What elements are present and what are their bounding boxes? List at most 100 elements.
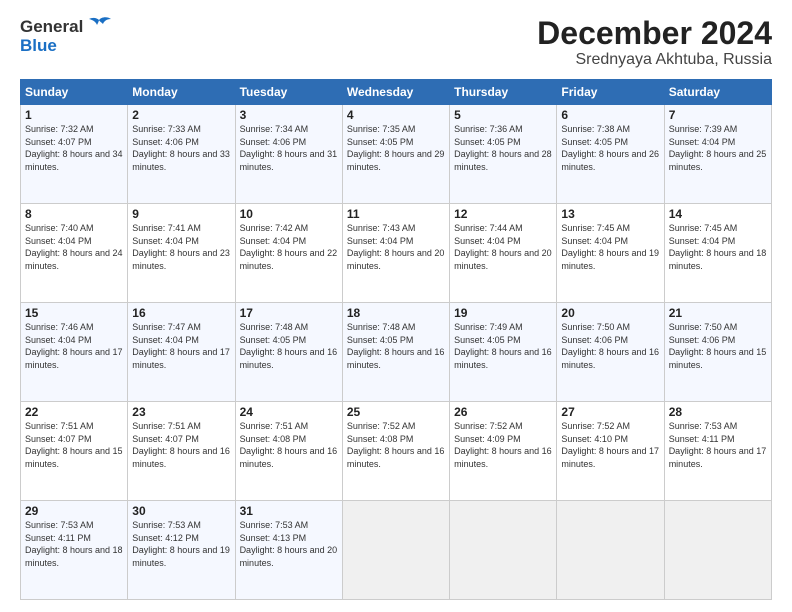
day-cell: 18 Sunrise: 7:48 AM Sunset: 4:05 PM Dayl… <box>342 303 449 402</box>
day-number: 5 <box>454 108 552 122</box>
day-cell: 22 Sunrise: 7:51 AM Sunset: 4:07 PM Dayl… <box>21 402 128 501</box>
day-number: 15 <box>25 306 123 320</box>
day-number: 13 <box>561 207 659 221</box>
day-info: Sunrise: 7:52 AM Sunset: 4:10 PM Dayligh… <box>561 420 659 470</box>
day-cell: 31 Sunrise: 7:53 AM Sunset: 4:13 PM Dayl… <box>235 501 342 600</box>
day-info: Sunrise: 7:51 AM Sunset: 4:07 PM Dayligh… <box>132 420 230 470</box>
calendar-table: Sunday Monday Tuesday Wednesday Thursday… <box>20 79 772 600</box>
week-row-2: 15 Sunrise: 7:46 AM Sunset: 4:04 PM Dayl… <box>21 303 772 402</box>
day-cell: 9 Sunrise: 7:41 AM Sunset: 4:04 PM Dayli… <box>128 204 235 303</box>
week-row-4: 29 Sunrise: 7:53 AM Sunset: 4:11 PM Dayl… <box>21 501 772 600</box>
day-cell: 25 Sunrise: 7:52 AM Sunset: 4:08 PM Dayl… <box>342 402 449 501</box>
day-number: 10 <box>240 207 338 221</box>
day-info: Sunrise: 7:36 AM Sunset: 4:05 PM Dayligh… <box>454 123 552 173</box>
day-cell: 20 Sunrise: 7:50 AM Sunset: 4:06 PM Dayl… <box>557 303 664 402</box>
day-info: Sunrise: 7:51 AM Sunset: 4:07 PM Dayligh… <box>25 420 123 470</box>
day-cell: 29 Sunrise: 7:53 AM Sunset: 4:11 PM Dayl… <box>21 501 128 600</box>
col-friday: Friday <box>557 80 664 105</box>
day-info: Sunrise: 7:43 AM Sunset: 4:04 PM Dayligh… <box>347 222 445 272</box>
day-number: 21 <box>669 306 767 320</box>
calendar: Sunday Monday Tuesday Wednesday Thursday… <box>20 79 772 600</box>
day-number: 16 <box>132 306 230 320</box>
day-cell: 11 Sunrise: 7:43 AM Sunset: 4:04 PM Dayl… <box>342 204 449 303</box>
day-info: Sunrise: 7:45 AM Sunset: 4:04 PM Dayligh… <box>669 222 767 272</box>
day-info: Sunrise: 7:32 AM Sunset: 4:07 PM Dayligh… <box>25 123 123 173</box>
title-block: December 2024 Srednyaya Akhtuba, Russia <box>537 16 772 69</box>
day-number: 8 <box>25 207 123 221</box>
header-row: Sunday Monday Tuesday Wednesday Thursday… <box>21 80 772 105</box>
day-cell: 16 Sunrise: 7:47 AM Sunset: 4:04 PM Dayl… <box>128 303 235 402</box>
day-number: 14 <box>669 207 767 221</box>
day-info: Sunrise: 7:48 AM Sunset: 4:05 PM Dayligh… <box>240 321 338 371</box>
day-cell: 10 Sunrise: 7:42 AM Sunset: 4:04 PM Dayl… <box>235 204 342 303</box>
day-number: 6 <box>561 108 659 122</box>
calendar-subtitle: Srednyaya Akhtuba, Russia <box>537 51 772 69</box>
day-info: Sunrise: 7:42 AM Sunset: 4:04 PM Dayligh… <box>240 222 338 272</box>
day-info: Sunrise: 7:53 AM Sunset: 4:11 PM Dayligh… <box>25 519 123 569</box>
day-cell: 17 Sunrise: 7:48 AM Sunset: 4:05 PM Dayl… <box>235 303 342 402</box>
day-cell <box>342 501 449 600</box>
day-cell: 27 Sunrise: 7:52 AM Sunset: 4:10 PM Dayl… <box>557 402 664 501</box>
day-info: Sunrise: 7:34 AM Sunset: 4:06 PM Dayligh… <box>240 123 338 173</box>
day-info: Sunrise: 7:46 AM Sunset: 4:04 PM Dayligh… <box>25 321 123 371</box>
day-cell: 1 Sunrise: 7:32 AM Sunset: 4:07 PM Dayli… <box>21 105 128 204</box>
header: General Blue December 2024 Srednyaya Akh… <box>20 16 772 69</box>
day-cell: 3 Sunrise: 7:34 AM Sunset: 4:06 PM Dayli… <box>235 105 342 204</box>
day-cell: 13 Sunrise: 7:45 AM Sunset: 4:04 PM Dayl… <box>557 204 664 303</box>
day-number: 26 <box>454 405 552 419</box>
day-number: 2 <box>132 108 230 122</box>
col-saturday: Saturday <box>664 80 771 105</box>
day-cell: 8 Sunrise: 7:40 AM Sunset: 4:04 PM Dayli… <box>21 204 128 303</box>
day-info: Sunrise: 7:35 AM Sunset: 4:05 PM Dayligh… <box>347 123 445 173</box>
day-cell: 14 Sunrise: 7:45 AM Sunset: 4:04 PM Dayl… <box>664 204 771 303</box>
day-info: Sunrise: 7:39 AM Sunset: 4:04 PM Dayligh… <box>669 123 767 173</box>
day-info: Sunrise: 7:51 AM Sunset: 4:08 PM Dayligh… <box>240 420 338 470</box>
day-number: 4 <box>347 108 445 122</box>
day-cell: 5 Sunrise: 7:36 AM Sunset: 4:05 PM Dayli… <box>450 105 557 204</box>
day-number: 20 <box>561 306 659 320</box>
day-info: Sunrise: 7:53 AM Sunset: 4:12 PM Dayligh… <box>132 519 230 569</box>
day-info: Sunrise: 7:52 AM Sunset: 4:08 PM Dayligh… <box>347 420 445 470</box>
day-info: Sunrise: 7:50 AM Sunset: 4:06 PM Dayligh… <box>669 321 767 371</box>
day-cell <box>450 501 557 600</box>
day-number: 3 <box>240 108 338 122</box>
day-cell: 4 Sunrise: 7:35 AM Sunset: 4:05 PM Dayli… <box>342 105 449 204</box>
day-cell: 7 Sunrise: 7:39 AM Sunset: 4:04 PM Dayli… <box>664 105 771 204</box>
day-number: 25 <box>347 405 445 419</box>
day-info: Sunrise: 7:48 AM Sunset: 4:05 PM Dayligh… <box>347 321 445 371</box>
day-number: 28 <box>669 405 767 419</box>
day-info: Sunrise: 7:52 AM Sunset: 4:09 PM Dayligh… <box>454 420 552 470</box>
col-wednesday: Wednesday <box>342 80 449 105</box>
day-number: 1 <box>25 108 123 122</box>
day-info: Sunrise: 7:47 AM Sunset: 4:04 PM Dayligh… <box>132 321 230 371</box>
day-number: 22 <box>25 405 123 419</box>
calendar-body: 1 Sunrise: 7:32 AM Sunset: 4:07 PM Dayli… <box>21 105 772 600</box>
day-number: 11 <box>347 207 445 221</box>
day-cell: 6 Sunrise: 7:38 AM Sunset: 4:05 PM Dayli… <box>557 105 664 204</box>
day-number: 18 <box>347 306 445 320</box>
week-row-1: 8 Sunrise: 7:40 AM Sunset: 4:04 PM Dayli… <box>21 204 772 303</box>
page: General Blue December 2024 Srednyaya Akh… <box>0 0 792 612</box>
day-cell: 28 Sunrise: 7:53 AM Sunset: 4:11 PM Dayl… <box>664 402 771 501</box>
day-number: 17 <box>240 306 338 320</box>
col-tuesday: Tuesday <box>235 80 342 105</box>
day-info: Sunrise: 7:44 AM Sunset: 4:04 PM Dayligh… <box>454 222 552 272</box>
day-cell: 12 Sunrise: 7:44 AM Sunset: 4:04 PM Dayl… <box>450 204 557 303</box>
logo-bird-icon <box>85 16 113 38</box>
day-number: 23 <box>132 405 230 419</box>
day-cell: 23 Sunrise: 7:51 AM Sunset: 4:07 PM Dayl… <box>128 402 235 501</box>
day-info: Sunrise: 7:40 AM Sunset: 4:04 PM Dayligh… <box>25 222 123 272</box>
day-info: Sunrise: 7:33 AM Sunset: 4:06 PM Dayligh… <box>132 123 230 173</box>
week-row-0: 1 Sunrise: 7:32 AM Sunset: 4:07 PM Dayli… <box>21 105 772 204</box>
day-cell <box>664 501 771 600</box>
day-number: 31 <box>240 504 338 518</box>
day-info: Sunrise: 7:53 AM Sunset: 4:11 PM Dayligh… <box>669 420 767 470</box>
col-monday: Monday <box>128 80 235 105</box>
day-cell: 26 Sunrise: 7:52 AM Sunset: 4:09 PM Dayl… <box>450 402 557 501</box>
day-number: 19 <box>454 306 552 320</box>
logo: General Blue <box>20 16 113 56</box>
day-cell: 2 Sunrise: 7:33 AM Sunset: 4:06 PM Dayli… <box>128 105 235 204</box>
day-cell: 21 Sunrise: 7:50 AM Sunset: 4:06 PM Dayl… <box>664 303 771 402</box>
day-info: Sunrise: 7:41 AM Sunset: 4:04 PM Dayligh… <box>132 222 230 272</box>
day-cell: 30 Sunrise: 7:53 AM Sunset: 4:12 PM Dayl… <box>128 501 235 600</box>
